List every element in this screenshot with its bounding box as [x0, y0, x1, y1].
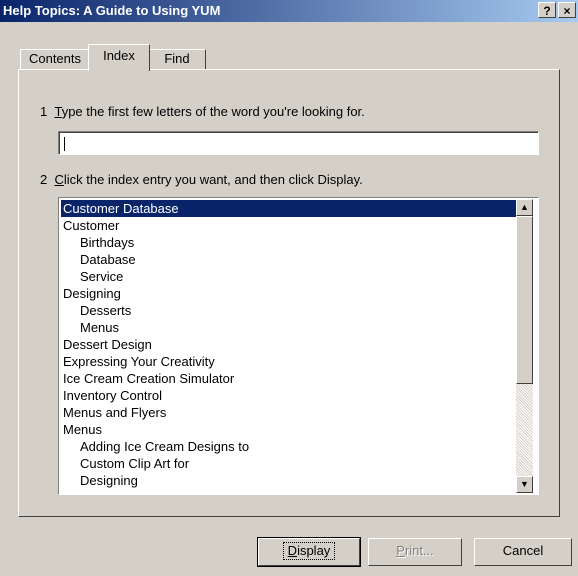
print-rest: rint... — [404, 543, 434, 558]
list-item[interactable]: Customer — [61, 217, 516, 234]
print-accel: P — [396, 543, 405, 558]
step2-instruction: 2 Click the index entry you want, and th… — [40, 172, 363, 187]
display-accel: D — [287, 543, 298, 558]
list-item[interactable]: Expressing Your Creativity — [61, 353, 516, 370]
list-item[interactable]: Menus — [61, 319, 516, 336]
help-button[interactable]: ? — [538, 2, 556, 18]
step2-number: 2 — [40, 172, 48, 187]
list-item[interactable]: Designing — [61, 472, 516, 489]
list-item[interactable]: Inventory Control — [61, 387, 516, 404]
close-button[interactable]: × — [558, 2, 576, 18]
list-item[interactable]: Menus — [61, 421, 516, 438]
search-input-inner — [59, 132, 538, 154]
tab-find[interactable]: Find — [148, 49, 206, 69]
step1-instruction: 1 Type the first few letters of the word… — [40, 104, 365, 119]
display-button-label: Display — [282, 542, 336, 560]
list-item[interactable]: Desserts — [61, 302, 516, 319]
print-button[interactable]: Print... — [368, 538, 462, 566]
index-list[interactable]: Customer Database Customer Birthdays Dat… — [58, 197, 539, 495]
list-item[interactable]: Database — [61, 251, 516, 268]
search-input[interactable] — [58, 131, 539, 155]
list-item[interactable]: Dessert Design — [61, 336, 516, 353]
cancel-button[interactable]: Cancel — [474, 538, 572, 566]
list-item[interactable]: Birthdays — [61, 234, 516, 251]
scroll-up-icon[interactable]: ▲ — [516, 199, 533, 216]
tab-index[interactable]: Index — [88, 44, 150, 71]
step1-number: 1 — [40, 104, 48, 119]
list-item[interactable]: Menus and Flyers — [61, 404, 516, 421]
vertical-scrollbar[interactable]: ▲ ▼ — [516, 199, 533, 493]
list-item[interactable]: Service — [61, 268, 516, 285]
index-entries: Customer Database Customer Birthdays Dat… — [61, 200, 516, 489]
step1-text: ype the first few letters of the word yo… — [61, 104, 365, 119]
text-caret — [64, 137, 65, 151]
scrollbar-thumb[interactable] — [516, 216, 533, 384]
step2-accel: C — [54, 172, 64, 187]
title-bar: Help Topics: A Guide to Using YUM ? × — [0, 0, 578, 22]
step1-accel: T — [54, 104, 62, 119]
list-item[interactable]: Designing — [61, 285, 516, 302]
step2-text: lick the index entry you want, and then … — [63, 172, 363, 187]
window-title: Help Topics: A Guide to Using YUM — [3, 3, 221, 18]
display-button[interactable]: Display — [257, 537, 361, 567]
list-item[interactable]: Adding Ice Cream Designs to — [61, 438, 516, 455]
display-rest: isplay — [297, 543, 331, 558]
scroll-down-icon[interactable]: ▼ — [516, 476, 533, 493]
list-item[interactable]: Ice Cream Creation Simulator — [61, 370, 516, 387]
tab-contents[interactable]: Contents — [20, 49, 90, 69]
list-item[interactable]: Customer Database — [61, 200, 516, 217]
list-item[interactable]: Custom Clip Art for — [61, 455, 516, 472]
